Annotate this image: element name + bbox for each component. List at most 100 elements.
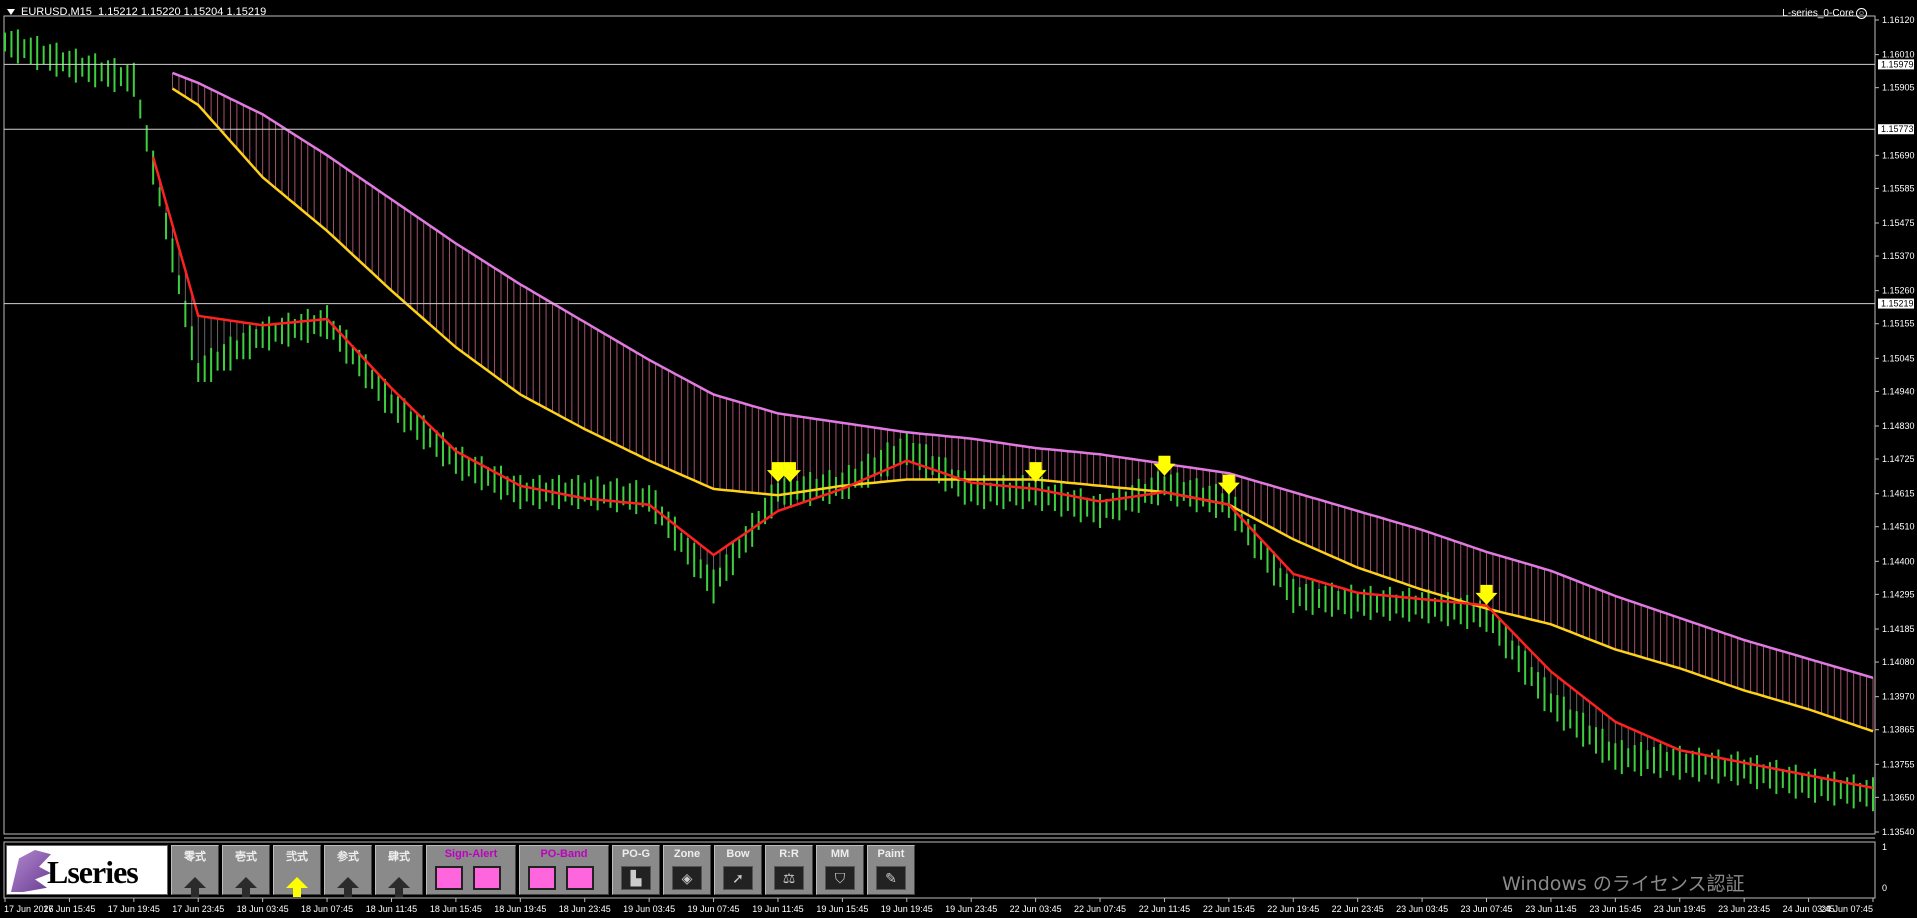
band-shape-icon (566, 866, 594, 890)
time-tick-label: 19 Jun 19:45 (881, 904, 933, 914)
tool-button-rr[interactable]: R:R ⚖ (765, 845, 813, 895)
price-tick-label: 1.14080 (1882, 657, 1915, 667)
signal-down-arrow (1153, 455, 1176, 476)
time-tick-label: 22 Jun 03:45 (1010, 904, 1062, 914)
mode-button-2[interactable]: 弐式 (273, 845, 321, 897)
tool-button-po-g[interactable]: PO-G ▙ (612, 845, 660, 895)
price-tick-label: 1.13540 (1882, 827, 1915, 837)
indicator-name: L-series_0-Core (1782, 8, 1854, 20)
po-g-icon: ▙ (621, 866, 651, 890)
mode-button-1[interactable]: 壱式 (222, 845, 270, 897)
po-band-button[interactable]: PO-Band (519, 845, 609, 895)
price-tick-label: 1.14510 (1882, 522, 1915, 532)
time-tick-label: 18 Jun 23:45 (559, 904, 611, 914)
bow-icon: ➚ (723, 866, 753, 890)
time-tick-label: 19 Jun 15:45 (816, 904, 868, 914)
up-arrow-icon (337, 877, 359, 897)
signal-down-arrow (1217, 474, 1240, 495)
tool-button-paint[interactable]: Paint ✎ (867, 845, 915, 895)
price-tick-label: 1.16010 (1882, 50, 1915, 60)
price-marker-label: 1.15773 (1881, 124, 1914, 134)
main-chart-frame (3, 15, 1876, 835)
laptop-icon (473, 866, 501, 890)
wing-logo-icon (11, 850, 51, 892)
time-tick-label: 18 Jun 07:45 (301, 904, 353, 914)
time-tick-label: 23 Jun 11:45 (1525, 904, 1576, 914)
tool-label: R:R (779, 848, 799, 860)
mode-button-4[interactable]: 肆式 (375, 845, 423, 897)
slow-ma-line (171, 87, 1874, 733)
tool-button-zone[interactable]: Zone ◈ (663, 845, 711, 895)
price-marker-label: 1.15219 (1881, 299, 1914, 309)
price-tick-label: 1.15045 (1882, 353, 1915, 363)
tool-label: Paint (877, 848, 905, 860)
time-tick-label: 19 Jun 23:45 (945, 904, 997, 914)
sign-alert-label: Sign-Alert (444, 848, 498, 860)
time-tick-label: 23 Jun 03:45 (1396, 904, 1448, 914)
time-tick-label: 17 Jun 15:45 (43, 904, 95, 914)
time-tick-label: 22 Jun 07:45 (1074, 904, 1126, 914)
price-tick-label: 1.13755 (1882, 759, 1915, 769)
time-tick-label: 17 Jun 23:45 (172, 904, 224, 914)
sign-alert-button[interactable]: Sign-Alert (426, 845, 516, 895)
time-tick-label: 18 Jun 11:45 (366, 904, 417, 914)
price-tick-label: 1.15475 (1882, 218, 1915, 228)
price-tick-label: 1.14400 (1882, 556, 1915, 566)
price-marker-label: 1.15979 (1881, 59, 1914, 69)
time-tick-label: 19 Jun 11:45 (752, 904, 803, 914)
mode-label: 壱式 (235, 851, 257, 863)
price-tick-label: 1.15585 (1882, 183, 1915, 193)
time-tick-label: 18 Jun 19:45 (494, 904, 546, 914)
price-tick-label: 1.15370 (1882, 251, 1915, 261)
smiley-icon: ☺ (1856, 8, 1867, 19)
indicator-label: L-series_0-Core ☺ (1782, 8, 1867, 19)
windows-activation-watermark: Windows のライセンス認証 (1502, 873, 1745, 895)
price-tick-label: 1.15690 (1882, 150, 1915, 160)
lseries-logo: Lseries (6, 845, 168, 895)
up-arrow-icon (388, 877, 410, 897)
price-tick-label: 1.14725 (1882, 454, 1915, 464)
lseries-toolbar: Lseries 零式 壱式 弐式 参式 肆式 Sign-Alert PO-Ban… (6, 845, 915, 897)
up-arrow-icon (235, 877, 257, 897)
price-tick-label: 1.16120 (1882, 15, 1915, 25)
time-tick-label: 17 Jun 19:45 (108, 904, 160, 914)
zone-icon: ◈ (672, 866, 702, 890)
signal-down-arrow (1475, 584, 1498, 605)
time-tick-label: 22 Jun 11:45 (1139, 904, 1190, 914)
time-tick-label: 24 Jun 07:45 (1821, 904, 1873, 914)
tool-label: Bow (726, 848, 750, 860)
price-tick-label: 1.13865 (1882, 725, 1915, 735)
symbol-line: EURUSD,M15 1.15212 1.15220 1.15204 1.152… (21, 6, 267, 18)
price-tick-label: 1.14295 (1882, 589, 1915, 599)
band-wave-icon (528, 866, 556, 890)
mode-button-0[interactable]: 零式 (171, 845, 219, 897)
subwindow-tick-label: 0 (1882, 883, 1887, 893)
shield-icon: ⛉ (825, 866, 855, 890)
po-band-label: PO-Band (540, 848, 588, 860)
price-tick-label: 1.13970 (1882, 692, 1915, 702)
time-tick-label: 19 Jun 07:45 (688, 904, 740, 914)
tool-button-bow[interactable]: Bow ➚ (714, 845, 762, 895)
time-tick-label: 23 Jun 19:45 (1654, 904, 1706, 914)
scale-icon: ⚖ (774, 866, 804, 890)
dropdown-triangle-icon[interactable] (7, 9, 15, 16)
mode-button-3[interactable]: 参式 (324, 845, 372, 897)
tool-button-mm[interactable]: MM ⛉ (816, 845, 864, 895)
time-tick-label: 19 Jun 03:45 (623, 904, 675, 914)
logo-text: Lseries (47, 854, 139, 890)
price-chart[interactable]: 1.16120 1.16010 1.15905 1.15690 1.15585 1.154… (0, 0, 1917, 918)
up-arrow-icon (184, 877, 206, 897)
time-tick-label: 22 Jun 15:45 (1203, 904, 1255, 914)
time-tick-label: 18 Jun 03:45 (237, 904, 289, 914)
price-tick-label: 1.15260 (1882, 286, 1915, 296)
tool-label: MM (830, 848, 850, 860)
up-arrow-icon (286, 877, 308, 897)
time-tick-label: 22 Jun 19:45 (1267, 904, 1319, 914)
price-tick-label: 1.13650 (1882, 792, 1915, 802)
symbol-header: EURUSD,M15 1.15212 1.15220 1.15204 1.152… (7, 6, 266, 18)
subwindow-tick-label: 1 (1882, 842, 1887, 852)
time-tick-label: 22 Jun 23:45 (1332, 904, 1384, 914)
mode-label: 弐式 (286, 851, 308, 863)
mode-label: 零式 (184, 851, 206, 863)
time-tick-label: 23 Jun 07:45 (1460, 904, 1512, 914)
